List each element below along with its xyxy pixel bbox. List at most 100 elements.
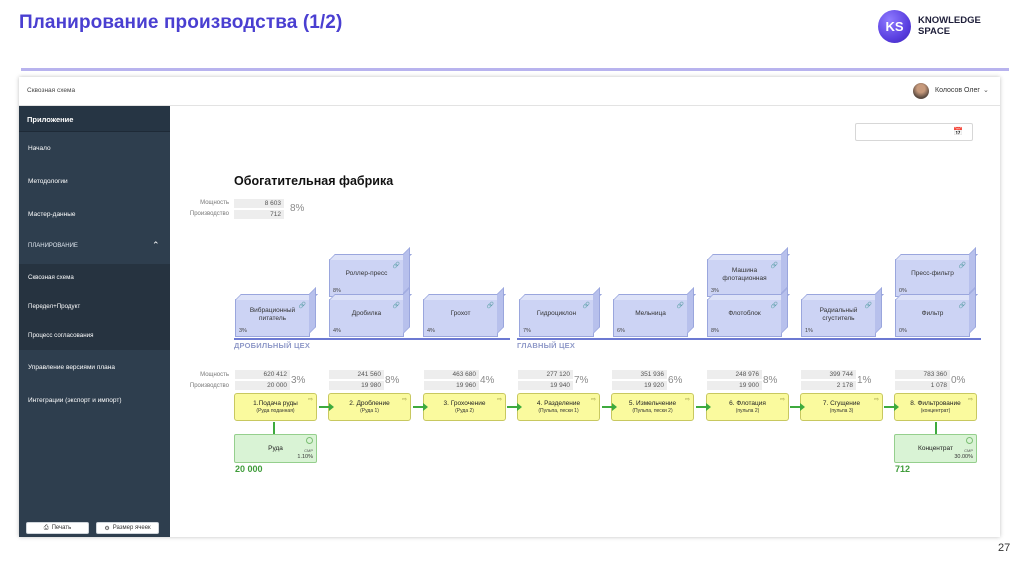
page-number: 27 bbox=[998, 542, 1011, 554]
process-link-icon[interactable]: ⇨ bbox=[685, 396, 690, 403]
process-step[interactable]: ⇨ 2. Дробление (Руда 1) bbox=[328, 393, 411, 421]
equipment-press-filter[interactable]: 🔗 Пресс-фильтр 0% bbox=[895, 259, 970, 297]
link-icon[interactable]: 🔗 bbox=[677, 302, 684, 309]
app-title: Сквозная схема bbox=[27, 87, 76, 94]
output-material-concentrate[interactable]: Концентрат СМР 30.00% bbox=[894, 434, 977, 463]
sidebar-item-redistribution-product[interactable]: Передел+Продукт bbox=[19, 295, 170, 319]
sidebar-item-master-data[interactable]: Мастер-данные bbox=[19, 203, 170, 227]
process-step[interactable]: ⇨ 6. Флотация (пульпа 2) bbox=[706, 393, 789, 421]
main-canvas: 📅 Обогатительная фабрика Мощность 8 603 … bbox=[170, 106, 1000, 537]
flow-arrow bbox=[884, 403, 899, 411]
shop-label: ГЛАВНЫЙ ЦЕХ bbox=[517, 341, 576, 350]
equipment-name: Грохот bbox=[450, 310, 471, 317]
user-name[interactable]: Колосов Олег bbox=[935, 87, 980, 94]
link-icon[interactable]: 🔗 bbox=[393, 302, 400, 309]
print-button-label: Печать bbox=[51, 525, 72, 531]
process-step[interactable]: ⇨ 3. Грохочение (Руда 2) bbox=[423, 393, 506, 421]
sidebar-item-start[interactable]: Начало bbox=[19, 137, 170, 161]
slide-title: Планирование производства (1/2) bbox=[19, 12, 343, 33]
link-icon[interactable]: 🔗 bbox=[393, 262, 400, 269]
equipment-mill[interactable]: 🔗 Мельница 6% bbox=[613, 299, 688, 337]
process-production: 19 940 bbox=[518, 381, 573, 390]
link-icon[interactable]: 🔗 bbox=[771, 302, 778, 309]
sidebar-item-label: Передел+Продукт bbox=[28, 303, 81, 310]
equipment-filter[interactable]: 🔗 Фильтр 0% bbox=[895, 299, 970, 337]
process-step[interactable]: ⇨ 1.Подача руды (Руда поданная) bbox=[234, 393, 317, 421]
user-avatar[interactable] bbox=[913, 83, 929, 99]
app-window: Сквозная схема Колосов Олег ⌄ Приложение… bbox=[19, 77, 1000, 537]
sidebar-section-planning[interactable]: ПЛАНИРОВАНИЕ ⌃ bbox=[19, 235, 170, 259]
chevron-up-icon[interactable]: ⌃ bbox=[152, 240, 160, 251]
equipment-flotation-machine[interactable]: 🔗 Машина флотационная 3% bbox=[707, 259, 782, 297]
sidebar-item-approval-process[interactable]: Процесс согласования bbox=[19, 324, 170, 348]
process-name: 6. Флотация bbox=[729, 400, 766, 407]
equipment-name: Фильтр bbox=[921, 310, 944, 317]
equipment-load: 6% bbox=[617, 328, 625, 334]
factory-capacity-value: 8 603 bbox=[234, 199, 284, 208]
sidebar-submenu-planning: Сквозная схема Передел+Продукт Процесс с… bbox=[19, 264, 170, 350]
process-link-icon[interactable]: ⇨ bbox=[402, 396, 407, 403]
process-product: (Руда 2) bbox=[455, 408, 474, 414]
sidebar-section-label: ПЛАНИРОВАНИЕ bbox=[28, 243, 78, 249]
link-icon[interactable]: 🔗 bbox=[959, 262, 966, 269]
process-step[interactable]: ⇨ 5. Измельчение (Пульпа, пески 2) bbox=[611, 393, 694, 421]
cell-size-button[interactable]: ⚙ Размер ячеек bbox=[96, 522, 159, 534]
factory-production-value: 712 bbox=[234, 210, 284, 219]
equipment-hydrocyclone[interactable]: 🔗 Гидроциклон 7% bbox=[519, 299, 594, 337]
process-load-pct: 7% bbox=[574, 375, 589, 386]
process-capacity: 463 680 bbox=[424, 370, 479, 379]
calendar-icon[interactable]: 📅 bbox=[953, 127, 963, 136]
link-icon[interactable]: 🔗 bbox=[583, 302, 590, 309]
app-header: Сквозная схема Колосов Олег ⌄ bbox=[19, 77, 1000, 106]
process-capacity: 241 560 bbox=[329, 370, 384, 379]
flow-arrow bbox=[602, 403, 617, 411]
link-icon[interactable]: 🔗 bbox=[959, 302, 966, 309]
input-material-ore[interactable]: Руда СМР 1.10% bbox=[234, 434, 317, 463]
sidebar-header: Приложение bbox=[19, 106, 170, 132]
process-link-icon[interactable]: ⇨ bbox=[308, 396, 313, 403]
process-link-icon[interactable]: ⇨ bbox=[874, 396, 879, 403]
equipment-screen[interactable]: 🔗 Грохот 4% bbox=[423, 299, 498, 337]
flow-arrow bbox=[319, 403, 334, 411]
sidebar-item-end-to-end-scheme[interactable]: Сквозная схема bbox=[19, 266, 170, 290]
title-divider bbox=[21, 68, 1009, 71]
equipment-flotation-block[interactable]: 🔗 Флотоблок 8% bbox=[707, 299, 782, 337]
process-product: (Пульпа, пески 2) bbox=[632, 408, 673, 414]
process-step[interactable]: ⇨ 8. Фильтрование (концентрат) bbox=[894, 393, 977, 421]
process-load-pct: 6% bbox=[668, 375, 683, 386]
process-capacity-label: Мощность bbox=[200, 372, 229, 378]
print-button[interactable]: ⎙ Печать bbox=[26, 522, 89, 534]
chevron-down-icon[interactable]: ⌄ bbox=[983, 86, 989, 94]
process-load-pct: 3% bbox=[291, 375, 306, 386]
process-step[interactable]: ⇨ 7. Сгущение (пульпа 3) bbox=[800, 393, 883, 421]
process-link-icon[interactable]: ⇨ bbox=[968, 396, 973, 403]
link-icon[interactable]: 🔗 bbox=[487, 302, 494, 309]
process-production: 19 980 bbox=[329, 381, 384, 390]
equipment-roller-press[interactable]: 🔗 Роллер-пресс 8% bbox=[329, 259, 404, 297]
date-picker[interactable]: 📅 bbox=[855, 123, 973, 141]
equipment-radial-thickener[interactable]: 🔗 Радиальный сгуститель 1% bbox=[801, 299, 876, 337]
printer-icon: ⎙ bbox=[43, 524, 49, 531]
equipment-name: Пресс-фильтр bbox=[911, 270, 954, 277]
sidebar-item-methodologies[interactable]: Методологии bbox=[19, 170, 170, 194]
process-link-icon[interactable]: ⇨ bbox=[780, 396, 785, 403]
process-link-icon[interactable]: ⇨ bbox=[591, 396, 596, 403]
sidebar-item-plan-versions[interactable]: Управление версиями плана bbox=[19, 356, 170, 380]
equipment-name: Роллер-пресс bbox=[345, 270, 388, 277]
process-step[interactable]: ⇨ 4. Разделение (Пульпа, пески 1) bbox=[517, 393, 600, 421]
flow-arrow bbox=[790, 403, 805, 411]
material-pct: 30.00% bbox=[954, 454, 973, 460]
sidebar-item-integrations[interactable]: Интеграции (экспорт и импорт) bbox=[19, 389, 170, 413]
process-name: 8. Фильтрование bbox=[910, 400, 961, 407]
sidebar-item-label: Процесс согласования bbox=[28, 332, 94, 339]
process-link-icon[interactable]: ⇨ bbox=[497, 396, 502, 403]
process-production: 19 920 bbox=[612, 381, 667, 390]
sidebar-header-label: Приложение bbox=[27, 115, 74, 124]
sidebar-item-label: Мастер-данные bbox=[28, 211, 76, 218]
process-capacity: 620 412 bbox=[235, 370, 290, 379]
process-product: (концентрат) bbox=[920, 408, 951, 414]
process-name: 1.Подача руды bbox=[253, 400, 298, 407]
equipment-crusher[interactable]: 🔗 Дробилка 4% bbox=[329, 299, 404, 337]
equipment-vibrating-feeder[interactable]: 🔗 Вибрационный питатель 3% bbox=[235, 299, 310, 337]
equipment-load: 8% bbox=[711, 328, 719, 334]
